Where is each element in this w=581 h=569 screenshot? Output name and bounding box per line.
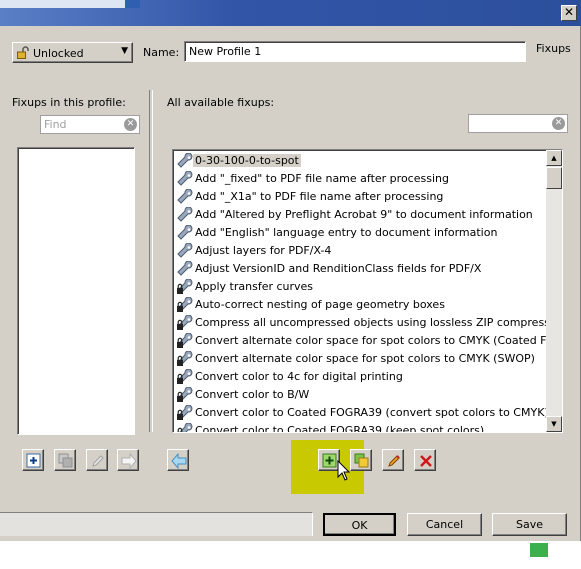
chevron-down-icon: ▼ [121, 46, 128, 56]
fixup-label: Convert color to B/W [195, 388, 310, 401]
pencil-icon [92, 455, 104, 467]
unlocked-padlock-icon [17, 46, 29, 59]
delete-fixup-button[interactable] [414, 449, 436, 471]
fixup-list-item[interactable]: Convert alternate color space for spot c… [175, 332, 562, 350]
fixup-label: Add "_X1a" to PDF file name after proces… [195, 190, 444, 203]
wrench-icon [177, 206, 195, 223]
profile-fixups-list[interactable] [17, 147, 135, 435]
close-icon: ✕ [563, 5, 575, 19]
locked-wrench-icon [177, 404, 195, 421]
move-to-profile-button[interactable] [117, 449, 139, 471]
find-placeholder: Find [44, 118, 67, 131]
cancel-button[interactable]: Cancel [407, 513, 482, 536]
fixup-list-item[interactable]: Compress all uncompressed objects using … [175, 314, 562, 332]
wrench-icon [177, 188, 195, 205]
fixup-list-item[interactable]: Convert alternate color space for spot c… [175, 350, 549, 368]
fixup-label: Adjust VersionID and RenditionClass fiel… [195, 262, 482, 275]
background-window-fragment [530, 543, 548, 557]
fixup-list-item[interactable]: Convert color to 4c for digital printing [175, 368, 549, 386]
fixup-label: 0-30-100-0-to-spot [193, 154, 301, 167]
available-fixups-search-field[interactable]: ✕ [468, 114, 568, 133]
locked-wrench-icon [177, 296, 195, 313]
fixup-label: Add "Altered by Preflight Acrobat 9" to … [195, 208, 533, 221]
fixup-list-item[interactable]: Add "_fixed" to PDF file name after proc… [175, 170, 549, 188]
fixup-label: Convert color to Coated FOGRA39 (keep sp… [195, 424, 485, 433]
scroll-thumb[interactable] [546, 167, 562, 189]
fixup-list-item[interactable]: 0-30-100-0-to-spot [175, 152, 549, 170]
delete-x-icon [420, 455, 432, 467]
duplicate-fixup-button[interactable] [350, 449, 372, 471]
add-to-profile-button[interactable] [22, 449, 44, 471]
arrow-left-icon [171, 453, 187, 469]
fixup-label: Convert alternate color space for spot c… [195, 334, 563, 347]
locked-wrench-icon [177, 278, 195, 295]
status-field [0, 512, 313, 536]
fixup-label: Convert alternate color space for spot c… [195, 352, 535, 365]
fixup-list-item[interactable]: Add "_X1a" to PDF file name after proces… [175, 188, 549, 206]
fixups-in-profile-heading: Fixups in this profile: [12, 96, 126, 109]
arrow-right-icon [121, 453, 137, 469]
fixup-label: Convert color to 4c for digital printing [195, 370, 403, 383]
fixup-label: Adjust layers for PDF/X-4 [195, 244, 332, 257]
wrench-icon [177, 260, 195, 277]
ok-button[interactable]: OK [323, 513, 396, 536]
name-label: Name: [143, 46, 180, 59]
available-fixups-list[interactable]: 0-30-100-0-to-spot Add "_fixed" to PDF fi… [172, 149, 563, 433]
all-fixups-heading: All available fixups: [167, 96, 275, 109]
fixup-label: Add "English" language entry to document… [195, 226, 498, 239]
find-search-field[interactable]: Find ✕ [40, 115, 140, 134]
fixup-list-item[interactable]: Convert color to B/W [175, 386, 549, 404]
locked-wrench-icon [177, 350, 195, 367]
locked-wrench-icon [177, 422, 195, 432]
clear-search-icon[interactable]: ✕ [552, 117, 565, 130]
locked-wrench-icon [177, 314, 195, 331]
lock-state-label: Unlocked [33, 47, 84, 60]
fixups-list-scrollbar[interactable]: ▲ ▼ [546, 150, 562, 432]
fixup-label: Convert color to Coated FOGRA39 (convert… [195, 406, 549, 419]
duplicate-icon [58, 453, 73, 468]
fixup-list-item[interactable]: Convert color to Coated FOGRA39 (convert… [175, 404, 549, 422]
lock-state-dropdown[interactable]: Unlocked ▼ [12, 42, 133, 63]
close-window-button[interactable]: ✕ [561, 5, 577, 21]
fixup-label: Compress all uncompressed objects using … [195, 316, 563, 329]
locked-wrench-icon [177, 386, 195, 403]
add-fixup-icon [26, 453, 41, 468]
locked-wrench-icon [177, 332, 195, 349]
wrench-icon [177, 242, 195, 259]
locked-wrench-icon [177, 368, 195, 385]
fixup-list-item[interactable]: Apply transfer curves [175, 278, 549, 296]
save-button[interactable]: Save [492, 513, 567, 536]
fixup-list-item[interactable]: Adjust VersionID and RenditionClass fiel… [175, 260, 549, 278]
scroll-up-arrow-icon[interactable]: ▲ [546, 150, 562, 166]
pencil-icon [388, 455, 400, 467]
fixup-list-item[interactable]: Convert color to Coated FOGRA39 (keep sp… [175, 422, 549, 433]
edit-fixup-button[interactable] [382, 449, 404, 471]
profile-name-input[interactable]: New Profile 1 [184, 41, 526, 62]
duplicate-icon [354, 453, 369, 468]
fixup-label: Apply transfer curves [195, 280, 314, 293]
clear-search-icon[interactable]: ✕ [124, 118, 137, 131]
wrench-icon [177, 224, 195, 241]
panel-divider [149, 90, 153, 432]
duplicate-in-profile-button[interactable] [54, 449, 76, 471]
edit-in-profile-button[interactable] [86, 449, 108, 471]
fixup-label: Auto-correct nesting of page geometry bo… [195, 298, 445, 311]
fixup-label: Add "_fixed" to PDF file name after proc… [195, 172, 449, 185]
window-title-bar [0, 0, 581, 26]
fixups-label: Fixups [536, 42, 571, 55]
fixup-list-item[interactable]: Add "Altered by Preflight Acrobat 9" to … [175, 206, 549, 224]
move-to-available-button[interactable] [167, 449, 189, 471]
fixup-list-item[interactable]: Adjust layers for PDF/X-4 [175, 242, 549, 260]
fixup-list-item[interactable]: Add "English" language entry to document… [175, 224, 549, 242]
wrench-icon [177, 170, 195, 187]
scroll-down-arrow-icon[interactable]: ▼ [546, 416, 562, 432]
fixup-list-item[interactable]: Auto-correct nesting of page geometry bo… [175, 296, 549, 314]
mouse-pointer-icon [337, 460, 351, 481]
add-fixup-icon [322, 453, 337, 468]
